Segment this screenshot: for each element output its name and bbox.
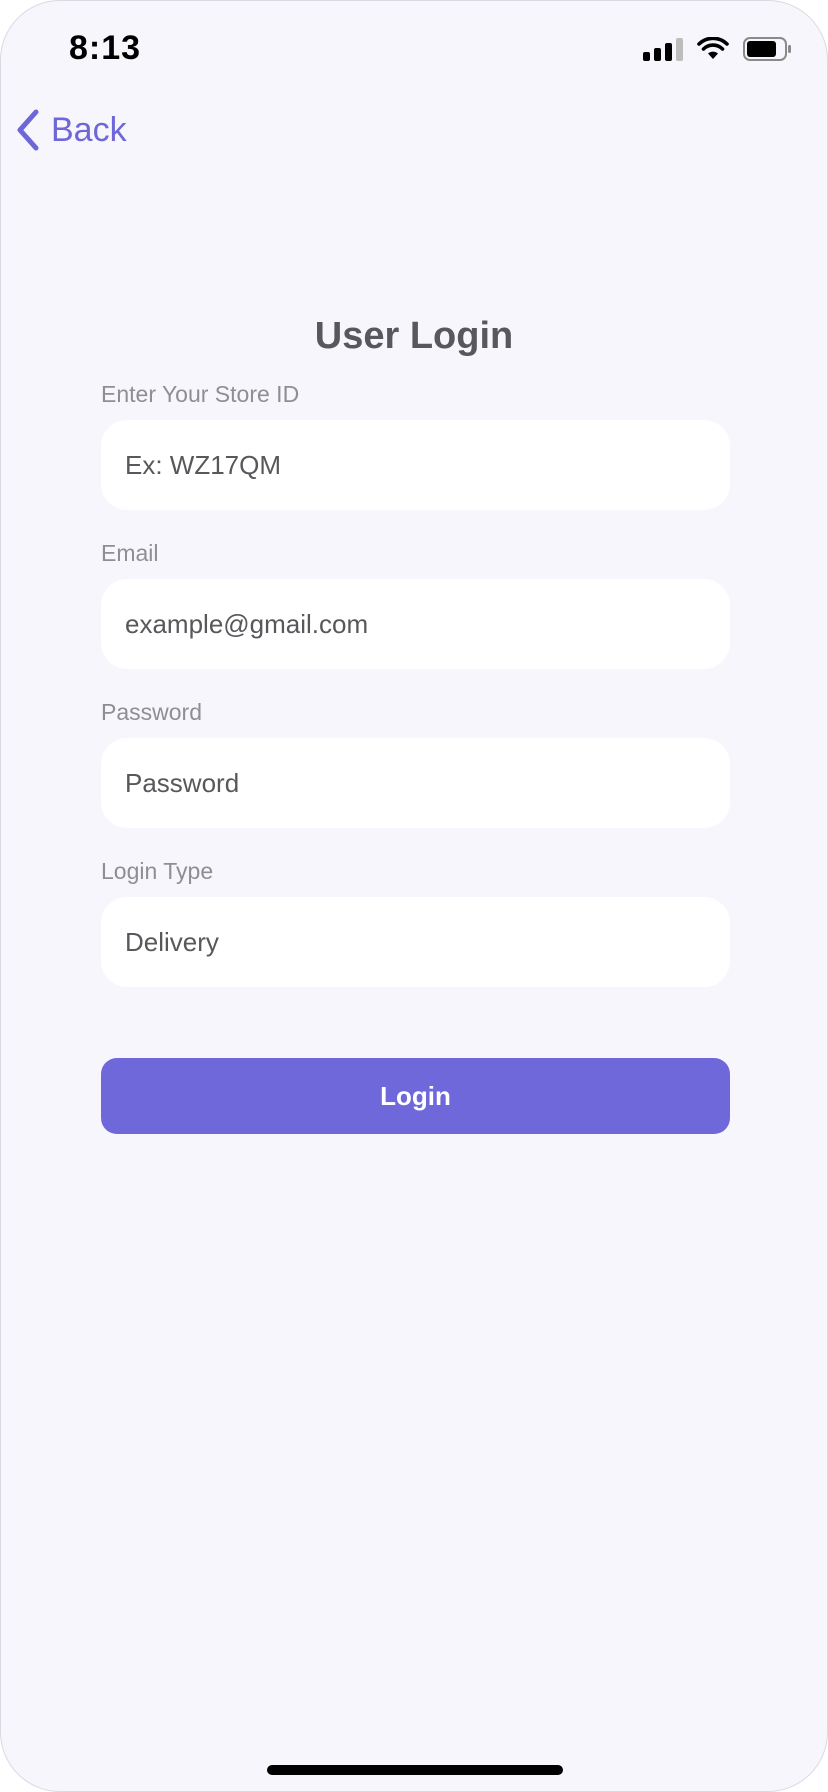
login-screen: 8:13 Back User Login Enter Your Store ID… (0, 0, 828, 1792)
back-label: Back (51, 110, 127, 149)
login-button[interactable]: Login (101, 1058, 730, 1134)
cellular-signal-icon (643, 37, 683, 61)
page-title: User Login (314, 315, 514, 357)
status-time: 8:13 (69, 29, 142, 67)
login-type-label: Login Type (101, 858, 214, 884)
password-input[interactable]: Password (101, 738, 730, 828)
wifi-icon (697, 37, 729, 59)
chevron-left-icon (17, 109, 39, 151)
login-type-select[interactable]: Delivery (101, 897, 730, 987)
battery-icon (743, 37, 791, 61)
back-button[interactable]: Back (15, 109, 127, 151)
store-id-label: Enter Your Store ID (101, 381, 300, 407)
status-icons (643, 37, 793, 61)
home-indicator (267, 1765, 563, 1775)
store-id-input[interactable]: Ex: WZ17QM (101, 420, 730, 510)
email-label: Email (101, 540, 159, 566)
password-label: Password (101, 699, 202, 725)
email-input[interactable]: example@gmail.com (101, 579, 730, 669)
